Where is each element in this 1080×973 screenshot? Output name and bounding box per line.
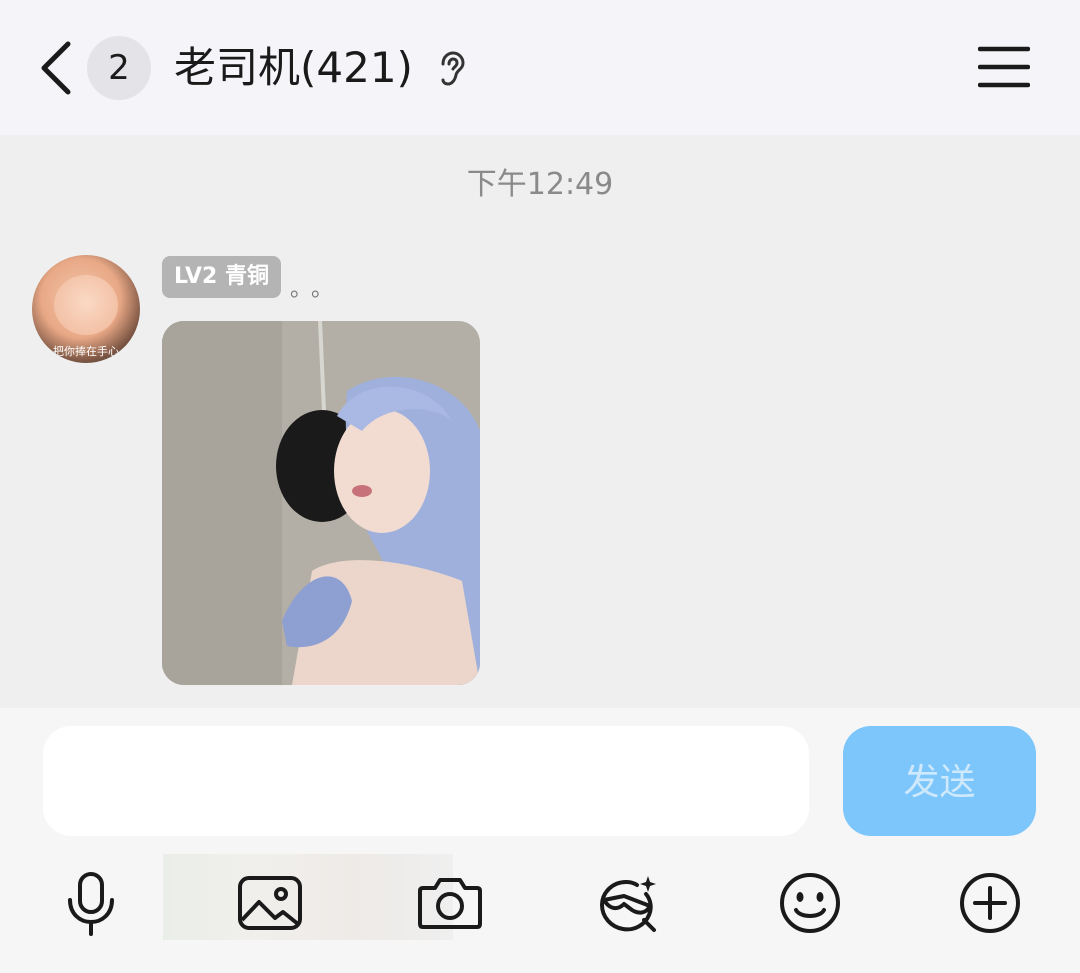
menu-icon bbox=[977, 46, 1031, 88]
microphone-icon bbox=[68, 872, 114, 936]
pixelated-region bbox=[163, 854, 453, 940]
send-button[interactable]: 发送 bbox=[843, 726, 1036, 836]
image-icon bbox=[238, 876, 302, 930]
camera-button[interactable] bbox=[417, 870, 483, 936]
back-chevron-icon bbox=[41, 41, 71, 95]
chat-header: 2 老司机(421) bbox=[0, 0, 1080, 135]
avatar-face bbox=[54, 275, 118, 335]
unread-count-badge[interactable]: 2 bbox=[87, 36, 151, 100]
voice-button[interactable] bbox=[58, 870, 124, 936]
sender-avatar[interactable]: 把你捧在手心 bbox=[32, 255, 140, 363]
cool-face-icon bbox=[599, 876, 656, 932]
more-button[interactable] bbox=[957, 870, 1023, 936]
composer-bar: 发送 bbox=[0, 708, 1080, 973]
plus-icon bbox=[960, 873, 1020, 933]
message-image[interactable] bbox=[162, 321, 480, 685]
emoji-button[interactable] bbox=[777, 870, 843, 936]
ear-icon[interactable] bbox=[434, 50, 468, 88]
avatar-caption: 把你捧在手心 bbox=[53, 345, 119, 358]
back-button[interactable] bbox=[36, 38, 76, 98]
camera-icon bbox=[418, 878, 482, 929]
photo-button[interactable] bbox=[237, 870, 303, 936]
sender-level-badge: LV2 青铜 bbox=[162, 256, 281, 298]
smiley-icon bbox=[780, 873, 840, 933]
funny-face-button[interactable] bbox=[594, 870, 660, 936]
sender-name[interactable]: 。。 bbox=[290, 271, 343, 303]
menu-button[interactable] bbox=[977, 44, 1031, 90]
message-list[interactable]: 下午12:49 把你捧在手心 LV2 青铜 。。 bbox=[0, 135, 1080, 708]
group-title: 老司机(421) bbox=[174, 43, 413, 92]
message-timestamp: 下午12:49 bbox=[466, 167, 614, 202]
message-input[interactable] bbox=[43, 726, 809, 836]
